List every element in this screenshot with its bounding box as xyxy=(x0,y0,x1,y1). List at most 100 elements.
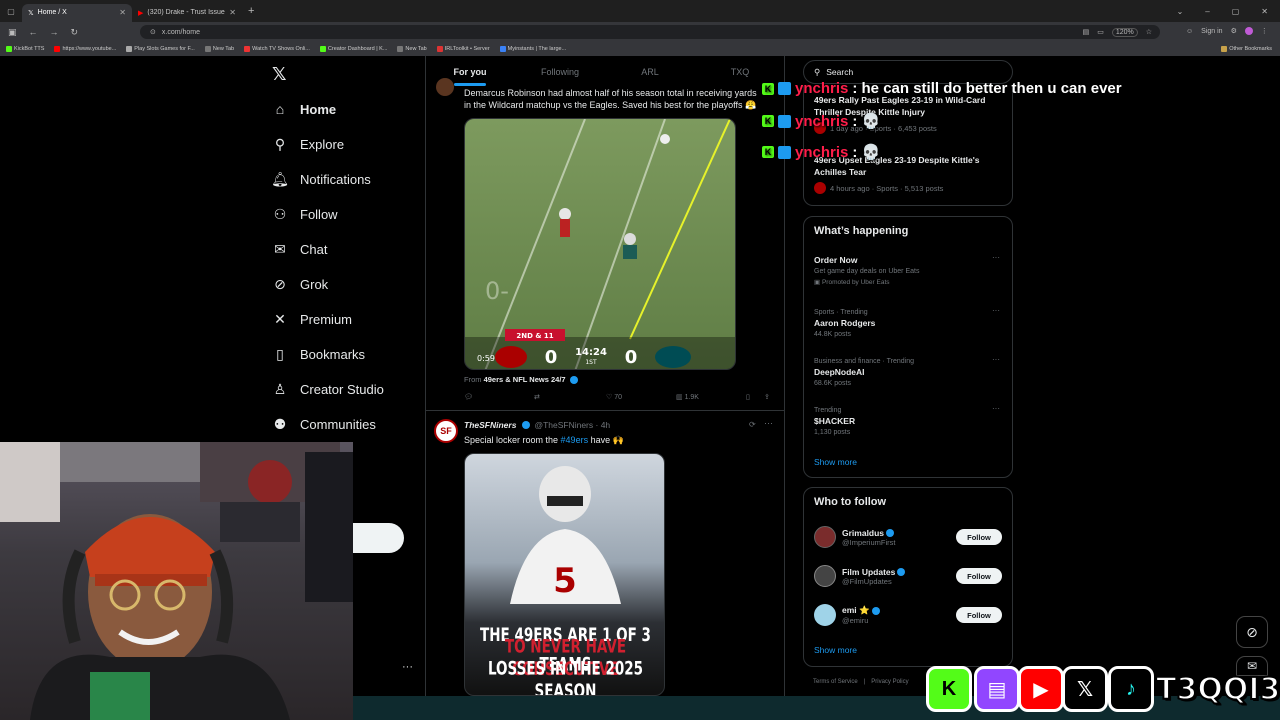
nav-communities[interactable]: ⚉ Communities xyxy=(272,416,376,432)
reader-icon[interactable]: ▤ xyxy=(1083,28,1090,36)
more-icon[interactable]: ··· xyxy=(992,355,1000,364)
new-tab-button[interactable]: + xyxy=(248,5,254,17)
avatar[interactable] xyxy=(814,565,836,587)
trend-item[interactable]: Trending $HACKER 1,130 posts xyxy=(814,405,855,438)
nav-home[interactable]: ⌂ Home xyxy=(272,101,336,117)
feed-tabs: For you Following ARL TXQ xyxy=(425,58,785,86)
author-name[interactable]: TheSFNiners xyxy=(464,420,516,430)
follow-suggestion[interactable]: emi ⭐ @emiru xyxy=(814,604,880,626)
trend-item[interactable]: Business and finance · Trending DeepNodeA… xyxy=(814,356,914,389)
nav-bookmarks[interactable]: ▯ Bookmarks xyxy=(272,346,365,362)
nav-notifications[interactable]: 🔔︎ Notifications xyxy=(271,171,371,187)
source-link[interactable]: 49ers & NFL News 24/7 xyxy=(484,375,566,384)
menu-icon[interactable]: ⋮ xyxy=(1261,27,1268,35)
star-icon[interactable]: ☆ xyxy=(1146,28,1152,36)
tweet-source: From 49ers & NFL News 24/7 xyxy=(464,375,578,385)
bookmark-item[interactable]: New Tab xyxy=(397,46,427,52)
back-icon[interactable]: ← xyxy=(29,27,38,38)
streamer-webcam-image xyxy=(0,442,353,720)
tab-menu-icon[interactable]: ▢ xyxy=(0,7,22,16)
verified-icon xyxy=(522,421,531,429)
show-more-link[interactable]: Show more xyxy=(814,457,857,467)
follow-button[interactable]: Follow xyxy=(956,607,1002,623)
nav-premium[interactable]: ✕ Premium xyxy=(272,311,352,327)
follow-suggestion[interactable]: Grimaldus @ImperiumFirst xyxy=(814,526,895,548)
avatar[interactable]: SF xyxy=(434,419,458,443)
section-title: Who to follow xyxy=(814,496,887,508)
tab-arl[interactable]: ARL xyxy=(605,58,695,86)
player-photo: 5 xyxy=(510,466,621,604)
grok-icon[interactable]: ⟳ xyxy=(749,420,756,429)
trend-item[interactable]: Order Now Get game day deals on Uber Eats… xyxy=(814,255,919,288)
account-icon[interactable]: ☺ xyxy=(1186,28,1193,35)
bookmark-item[interactable]: Play Slots Games for F... xyxy=(126,46,195,52)
nav-chat[interactable]: ✉ Chat xyxy=(272,241,327,257)
post-button[interactable] xyxy=(352,523,404,553)
terms-link[interactable]: Terms of Service xyxy=(813,679,858,685)
bookmark-item[interactable]: Creator Dashboard | K... xyxy=(319,46,387,52)
avatar[interactable] xyxy=(436,78,454,96)
minimize-icon[interactable]: – xyxy=(1205,7,1209,16)
chat-text: : 💀 xyxy=(852,113,881,130)
x-logo-icon[interactable]: 𝕏 xyxy=(272,64,287,85)
tab-following[interactable]: Following xyxy=(515,58,605,86)
follow-suggestion[interactable]: Film Updates @FilmUpdates xyxy=(814,565,906,587)
more-icon[interactable]: ··· xyxy=(992,253,1000,262)
show-more-link[interactable]: Show more xyxy=(814,645,857,655)
game-clock: 14:24 xyxy=(575,347,607,358)
more-dots-icon[interactable]: ··· xyxy=(402,661,413,673)
nav-follow[interactable]: ⚇ Follow xyxy=(272,206,338,222)
reply-icon[interactable]: 💬︎ xyxy=(464,393,473,401)
bookmark-item[interactable]: IRLToolkit • Server xyxy=(436,46,490,52)
tweet-video[interactable]: 0- 2ND & 11 0:59 0 14:24 1ST 0 xyxy=(464,118,736,370)
privacy-link[interactable]: Privacy Policy xyxy=(871,679,908,685)
youtube-logo-icon: ▶ xyxy=(1018,666,1064,712)
screen-icon[interactable]: ▭ xyxy=(1097,28,1104,36)
nav-grok[interactable]: ⊘ Grok xyxy=(272,276,328,292)
avatar[interactable] xyxy=(814,604,836,626)
close-tab-icon[interactable]: ✕ xyxy=(119,8,126,17)
more-icon[interactable]: ··· xyxy=(764,418,773,428)
other-bookmarks[interactable]: Other Bookmarks xyxy=(1221,46,1280,52)
close-tab-icon[interactable]: ✕ xyxy=(229,8,236,17)
follow-button[interactable]: Follow xyxy=(956,529,1002,545)
forward-icon[interactable]: → xyxy=(50,27,59,38)
tab-list-icon[interactable]: ⌄ xyxy=(1177,7,1184,16)
author-handle[interactable]: @TheSFNiners · 4h xyxy=(534,420,610,430)
repost-icon[interactable]: ⇄ xyxy=(534,393,540,401)
bookmark-item[interactable]: Myinstants | The large... xyxy=(499,46,566,52)
creator-icon: ♙ xyxy=(273,380,287,397)
tweet-image[interactable]: 5 THE 49ERS ARE 1 OF 3 TEAMS TO NEVER HA… xyxy=(464,453,665,696)
grok-icon: ⊘ xyxy=(274,275,286,292)
nav-creator-studio[interactable]: ♙ Creator Studio xyxy=(272,381,384,397)
bookmark-item[interactable]: Watch TV Shows Onli... xyxy=(244,46,310,52)
browser-tab-youtube[interactable]: ▶ (320) Drake - Trust Issues - You ✕ xyxy=(132,4,242,22)
grok-icon[interactable]: ⊘ xyxy=(1236,616,1268,648)
sidebar-toggle-icon[interactable]: ▣ xyxy=(8,27,17,38)
views-button[interactable]: ▥ 1.9K xyxy=(676,393,699,401)
more-icon[interactable]: ··· xyxy=(992,404,1000,413)
sign-in-button[interactable]: Sign in xyxy=(1201,28,1222,35)
reload-icon[interactable]: ↻ xyxy=(71,27,79,38)
nav-explore[interactable]: ⚲ Explore xyxy=(272,136,344,152)
avatar[interactable] xyxy=(814,526,836,548)
extensions-icon[interactable]: ⚙ xyxy=(1231,27,1237,35)
trend-item[interactable]: Sports · Trending Aaron Rodgers 44.8K post… xyxy=(814,307,875,340)
like-button[interactable]: ♡ 70 xyxy=(606,393,622,401)
more-icon[interactable]: ··· xyxy=(992,306,1000,315)
bookmark-item[interactable]: KickBot TTS xyxy=(6,46,44,52)
site-info-icon[interactable]: ⊙ xyxy=(150,28,156,36)
close-window-icon[interactable]: ✕ xyxy=(1261,7,1268,16)
profile-icon[interactable] xyxy=(1244,27,1253,35)
hashtag-link[interactable]: #49ers xyxy=(561,435,589,445)
maximize-icon[interactable]: ▢ xyxy=(1232,7,1240,16)
bookmark-icon[interactable]: ▯ xyxy=(746,393,750,401)
bookmark-item[interactable]: https://www.youtube... xyxy=(54,46,116,52)
zoom-level[interactable]: 120% xyxy=(1111,27,1138,37)
browser-tab-home[interactable]: 𝕏 Home / X ✕ xyxy=(22,3,132,22)
bookmark-item[interactable]: New Tab xyxy=(204,46,234,52)
url-field[interactable]: ⊙ x.com/home ▤ ▭ 120% ☆ xyxy=(140,25,1160,39)
chat-username: ynchris xyxy=(795,143,849,161)
share-icon[interactable]: ⇪ xyxy=(764,393,770,401)
follow-button[interactable]: Follow xyxy=(956,568,1002,584)
